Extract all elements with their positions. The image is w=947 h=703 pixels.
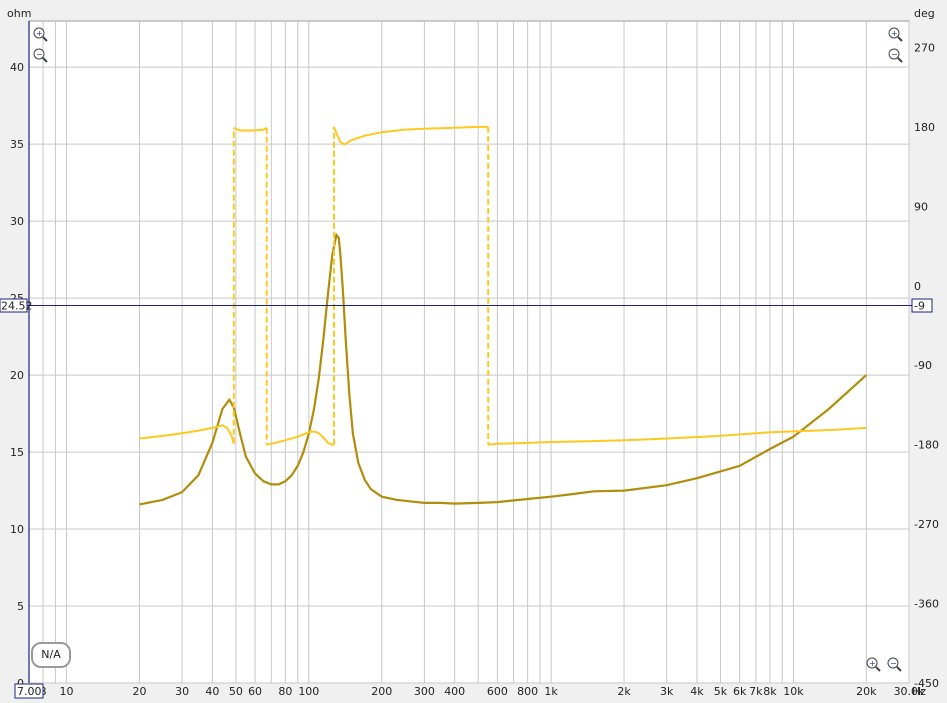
y-right-tick-label: 90 — [914, 200, 928, 213]
cursor-left-value: 24.52 — [1, 300, 33, 313]
svg-text:+: + — [36, 29, 43, 38]
x-tick-label: 10 — [60, 685, 74, 698]
x-tick-label: 800 — [517, 685, 538, 698]
x-tick-label: 3k — [660, 685, 674, 698]
plot-area[interactable] — [28, 20, 910, 684]
y-right-tick-label: -360 — [914, 598, 939, 611]
x-tick-label: 8k — [763, 685, 777, 698]
y-right-tick-label: 270 — [914, 41, 935, 54]
impedance-phase-chart[interactable]: 8102030405060801002003004006008001k2k3k4… — [0, 0, 947, 703]
y-left-tick-label: 20 — [10, 369, 24, 382]
x-tick-label: 50 — [229, 685, 243, 698]
y-left-tick-label: 5 — [17, 600, 24, 613]
y-left-tick-label: 10 — [10, 523, 24, 536]
x-tick-label: 400 — [444, 685, 465, 698]
svg-text:−: − — [890, 659, 897, 668]
x-tick-label: 40 — [205, 685, 219, 698]
y-left-tick-label: 40 — [10, 61, 24, 74]
x-tick-label: 20k — [856, 685, 877, 698]
cursor-right-readout: -9 — [911, 298, 933, 313]
y-right-tick-label: -180 — [914, 439, 939, 452]
x-tick-label: 7k — [749, 685, 763, 698]
x-tick-label: 4k — [690, 685, 704, 698]
cursor-right-value: -9 — [914, 300, 925, 313]
x-tick-label: 1k — [544, 685, 558, 698]
x-tick-label: 20 — [132, 685, 146, 698]
y-left-tick-label: 15 — [10, 446, 24, 459]
na-badge[interactable]: N/A — [31, 642, 71, 668]
cursor-x-value: 7.00 — [17, 685, 42, 698]
y-right-tick-label: -270 — [914, 518, 939, 531]
svg-text:+: + — [869, 659, 876, 668]
x-tick-label: 5k — [714, 685, 728, 698]
y-right-tick-label: 0 — [914, 280, 921, 293]
x-axis-unit: Hz — [912, 685, 926, 698]
svg-text:+: + — [891, 29, 898, 38]
x-tick-label: 200 — [371, 685, 392, 698]
cursor-x-readout: 7.00 — [14, 683, 44, 699]
x-tick-label: 60 — [248, 685, 262, 698]
x-tick-label: 300 — [414, 685, 435, 698]
cursor-left-readout: 24.52 — [0, 298, 33, 313]
right-axis-unit: deg — [914, 7, 935, 20]
y-left-tick-label: 30 — [10, 215, 24, 228]
svg-text:−: − — [891, 50, 898, 59]
x-tick-label: 30 — [175, 685, 189, 698]
y-right-tick-label: -90 — [914, 359, 932, 372]
x-tick-label: 2k — [617, 685, 631, 698]
x-tick-label: 10k — [783, 685, 804, 698]
x-tick-label: 6k — [733, 685, 747, 698]
svg-text:−: − — [36, 50, 43, 59]
x-tick-label: 80 — [278, 685, 292, 698]
left-axis-unit: ohm — [7, 7, 31, 20]
y-right-tick-label: 180 — [914, 121, 935, 134]
x-tick-label: 100 — [298, 685, 319, 698]
y-left-tick-label: 35 — [10, 138, 24, 151]
x-tick-label: 600 — [487, 685, 508, 698]
